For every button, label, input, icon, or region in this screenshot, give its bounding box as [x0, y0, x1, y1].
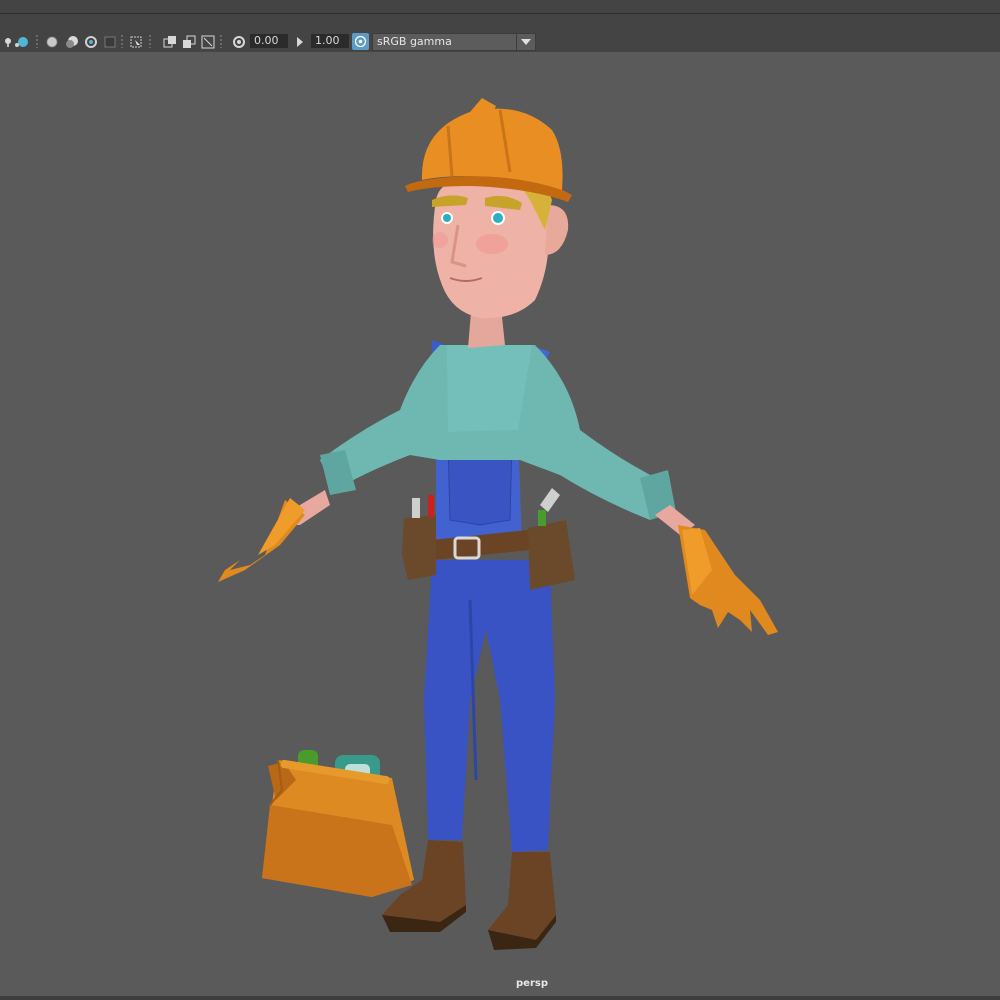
construction-worker-character-model[interactable]	[0, 0, 1000, 1000]
viewport-bottom-border	[0, 996, 1000, 1000]
head	[432, 175, 569, 348]
hard-hat	[405, 98, 572, 202]
toolbox	[262, 750, 414, 897]
camera-label: persp	[516, 978, 548, 989]
